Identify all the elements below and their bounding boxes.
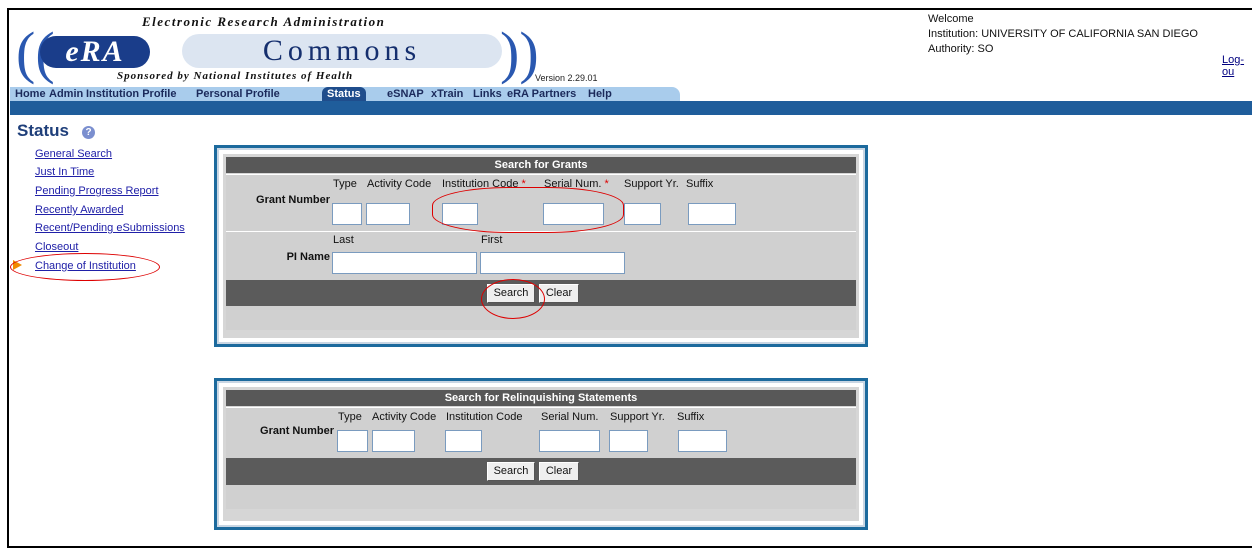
nav-help[interactable]: Help xyxy=(588,87,612,101)
search-grants-title: Search for Grants xyxy=(226,157,856,173)
type-label: Type xyxy=(333,178,357,190)
sidebar-link-closeout[interactable]: Closeout xyxy=(35,241,78,253)
relinquish-grant-number-row: Grant Number Type Activity Code Institut… xyxy=(226,407,856,458)
sidebar-link-just-in-time[interactable]: Just In Time xyxy=(35,166,94,178)
highlight-oval-required-fields xyxy=(432,187,624,233)
search-grants-body: Search for Grants Grant Number Type Acti… xyxy=(223,154,859,338)
relinquish-panel-footer xyxy=(226,485,856,509)
relinquish-grant-number-label: Grant Number xyxy=(260,425,334,437)
pi-last-label: Last xyxy=(333,234,354,246)
logout-link[interactable]: Log-ou xyxy=(1222,54,1252,78)
pi-first-name-input[interactable] xyxy=(480,252,625,274)
highlight-oval-search-button xyxy=(481,279,545,319)
nav-admin[interactable]: Admin xyxy=(49,87,83,101)
page-title: Status xyxy=(17,121,69,140)
grant-suffix-input[interactable] xyxy=(688,203,736,225)
grant-type-input[interactable] xyxy=(332,203,362,225)
sidebar-link-general-search[interactable]: General Search xyxy=(35,148,112,160)
nav-status[interactable]: Status xyxy=(322,87,366,101)
pi-name-label: PI Name xyxy=(286,251,330,263)
nav-links[interactable]: Links xyxy=(473,87,502,101)
grant-number-label: Grant Number xyxy=(256,194,330,206)
relinquish-institution-code-input[interactable] xyxy=(445,430,482,452)
relinquish-activity-code-input[interactable] xyxy=(372,430,415,452)
relinquish-button-bar: Search Clear xyxy=(226,458,856,485)
welcome-info: Welcome Institution: UNIVERSITY OF CALIF… xyxy=(928,12,1198,57)
institution-text: Institution: UNIVERSITY OF CALIFORNIA SA… xyxy=(928,28,1198,40)
grant-support-yr-input[interactable] xyxy=(624,203,661,225)
nav-esnap[interactable]: eSNAP xyxy=(387,87,424,101)
required-marker: * xyxy=(604,178,609,190)
welcome-text: Welcome xyxy=(928,13,974,25)
logo-commons: Commons xyxy=(182,34,502,68)
grant-activity-code-input[interactable] xyxy=(366,203,410,225)
relinquish-search-button[interactable]: Search xyxy=(487,462,535,481)
nav-xtrain[interactable]: xTrain xyxy=(431,87,463,101)
relinquish-activity-code-label: Activity Code xyxy=(372,411,437,423)
nav-era-partners[interactable]: eRA Partners xyxy=(507,87,576,101)
relinquish-type-input[interactable] xyxy=(337,430,368,452)
pi-last-name-input[interactable] xyxy=(332,252,477,274)
authority-text: Authority: SO xyxy=(928,43,994,55)
sidebar-link-pending-progress-report[interactable]: Pending Progress Report xyxy=(35,185,159,197)
sidebar-link-recently-awarded[interactable]: Recently Awarded xyxy=(35,204,123,216)
logo-era: eRA xyxy=(40,36,150,68)
clear-button[interactable]: Clear xyxy=(539,284,579,303)
relinquish-serial-num-input[interactable] xyxy=(539,430,600,452)
pi-name-row: PI Name Last First xyxy=(226,231,856,280)
relinquish-suffix-label: Suffix xyxy=(677,411,705,423)
logo-right-arc: )) xyxy=(500,20,539,85)
highlight-oval-change-of-institution xyxy=(10,253,160,281)
search-relinquishing-body: Search for Relinquishing Statements Gran… xyxy=(223,387,859,521)
relinquish-serial-num-label: Serial Num. xyxy=(541,411,599,423)
pi-first-label: First xyxy=(481,234,503,246)
relinquish-suffix-input[interactable] xyxy=(678,430,727,452)
main-nav: Home Admin Institution Profile Personal … xyxy=(10,87,680,101)
nav-institution-profile[interactable]: Institution Profile xyxy=(86,87,176,101)
relinquish-type-label: Type xyxy=(338,411,362,423)
relinquish-clear-button[interactable]: Clear xyxy=(539,462,579,481)
relinquish-institution-code-label: Institution Code xyxy=(446,411,523,423)
grants-panel-footer xyxy=(226,306,856,330)
nav-underbar xyxy=(10,101,1252,115)
nav-home[interactable]: Home xyxy=(15,87,46,101)
activity-code-label: Activity Code xyxy=(367,178,432,190)
help-icon[interactable]: ? xyxy=(82,126,95,139)
relinquish-support-yr-label: Support Yr. xyxy=(610,411,665,423)
search-grants-panel: Search for Grants Grant Number Type Acti… xyxy=(214,145,868,347)
logo-top-text: Electronic Research Administration xyxy=(142,14,386,29)
suffix-label: Suffix xyxy=(686,178,714,190)
logo-bottom-text: Sponsored by National Institutes of Heal… xyxy=(117,70,354,82)
sidebar-link-recent-pending-esubmissions[interactable]: Recent/Pending eSubmissions xyxy=(35,222,185,234)
era-commons-logo[interactable]: (( )) Electronic Research Administration… xyxy=(12,10,539,90)
search-relinquishing-title: Search for Relinquishing Statements xyxy=(226,390,856,406)
nav-personal-profile[interactable]: Personal Profile xyxy=(196,87,280,101)
search-relinquishing-panel: Search for Relinquishing Statements Gran… xyxy=(214,378,868,530)
version-label: Version 2.29.01 xyxy=(535,73,598,83)
relinquish-support-yr-input[interactable] xyxy=(609,430,648,452)
support-yr-label: Support Yr. xyxy=(624,178,679,190)
